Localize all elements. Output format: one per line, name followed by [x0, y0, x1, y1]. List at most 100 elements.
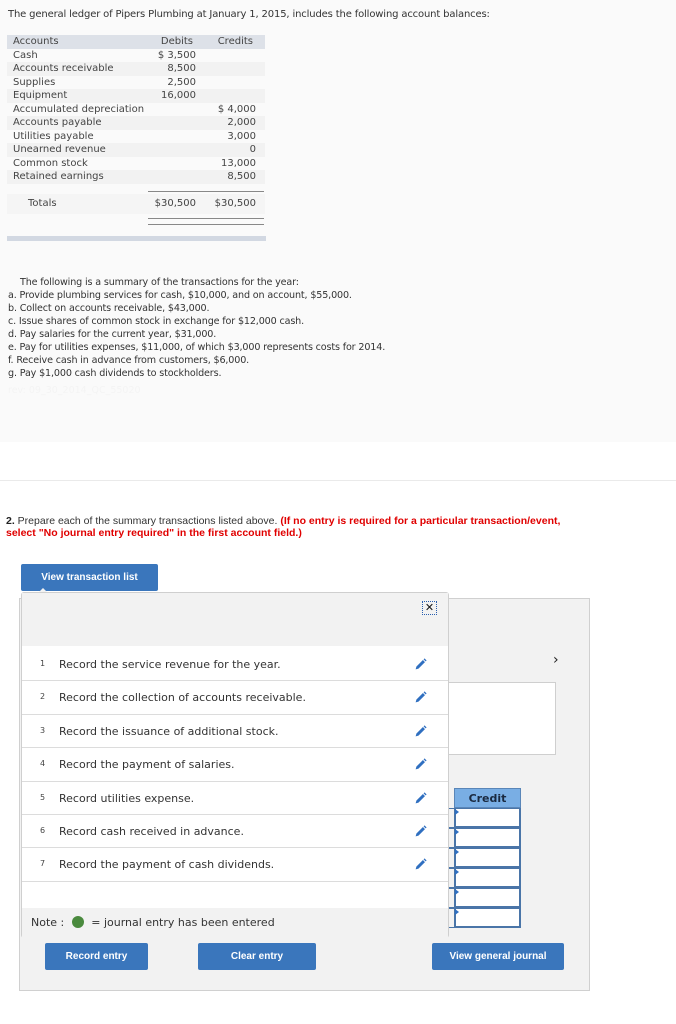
- credit-input[interactable]: [454, 828, 521, 848]
- pencil-edit-icon[interactable]: [414, 791, 427, 805]
- account-name: Unearned revenue: [13, 144, 106, 155]
- account-name: Accounts payable: [13, 117, 102, 128]
- debit-value: 8,500: [167, 63, 196, 74]
- pencil-edit-icon[interactable]: [414, 825, 427, 838]
- section-divider: [0, 480, 676, 481]
- summary-item: f. Receive cash in advance from customer…: [8, 355, 250, 366]
- account-name: Accounts receivable: [13, 63, 114, 74]
- pencil-edit-icon[interactable]: [414, 858, 427, 871]
- transaction-label: Record utilities expense.: [59, 791, 195, 805]
- ledger-table: Accounts Debits Credits Cash $ 3,500 Acco…: [7, 35, 265, 214]
- debit-value: $ 3,500: [157, 49, 196, 61]
- totals-double-rule: [148, 218, 264, 219]
- intro-text: The general ledger of Pipers Plumbing at…: [8, 9, 490, 20]
- credit-value: 3,000: [227, 130, 256, 142]
- account-name: Retained earnings: [13, 171, 104, 182]
- clear-entry-button[interactable]: Clear entry: [198, 943, 316, 970]
- summary-item: a. Provide plumbing services for cash, $…: [8, 290, 352, 301]
- ledger-row: Common stock 13,000: [7, 157, 265, 171]
- pencil-edit-icon[interactable]: [414, 758, 427, 771]
- account-name: Accumulated depreciation: [13, 103, 145, 115]
- transaction-number: 7: [40, 859, 46, 869]
- pencil-edit-icon[interactable]: [414, 725, 427, 738]
- close-icon[interactable]: ✕: [422, 601, 437, 615]
- ledger-row: Cash $ 3,500: [7, 49, 265, 63]
- credit-column: Credit: [454, 788, 521, 928]
- account-name: Supplies: [13, 76, 56, 88]
- view-transaction-list-button[interactable]: View transaction list: [21, 564, 158, 591]
- credit-value: 8,500: [227, 171, 256, 182]
- transaction-label: Record the payment of cash dividends.: [59, 858, 275, 872]
- debit-value: 16,000: [161, 90, 196, 101]
- totals-debit: $30,500: [154, 197, 196, 209]
- ledger-footer-bar: [7, 236, 266, 241]
- question-text: Prepare each of the summary transactions…: [14, 515, 281, 527]
- transaction-item[interactable]: 7 Record the payment of cash dividends.: [22, 848, 448, 882]
- transaction-item[interactable]: 2 Record the collection of accounts rece…: [22, 681, 448, 715]
- account-name: Cash: [13, 49, 38, 61]
- transaction-item[interactable]: 5 Record utilities expense.: [22, 782, 448, 815]
- transaction-item[interactable]: 3 Record the issuance of additional stoc…: [22, 715, 448, 749]
- account-name: Equipment: [13, 90, 68, 101]
- summary-item: g. Pay $1,000 cash dividends to stockhol…: [8, 368, 222, 379]
- header-debits: Debits: [160, 36, 193, 47]
- pencil-edit-icon[interactable]: [414, 658, 427, 671]
- ledger-header-row: Accounts Debits Credits: [7, 35, 265, 49]
- record-entry-button[interactable]: Record entry: [45, 943, 148, 970]
- transaction-item[interactable]: 1 Record the service revenue for the yea…: [22, 648, 448, 682]
- legend-note: Note : = journal entry has been entered: [22, 908, 448, 938]
- transaction-number: 6: [40, 825, 46, 835]
- transaction-number: 1: [40, 659, 46, 668]
- credit-value: 13,000: [221, 157, 256, 169]
- ledger-row: Unearned revenue 0: [7, 143, 265, 157]
- question-prompt: 2. Prepare each of the summary transacti…: [6, 515, 566, 539]
- summary-item: c. Issue shares of common stock in excha…: [8, 316, 305, 327]
- transaction-list-popup: ✕ 1 Record the service revenue for the y…: [21, 592, 449, 938]
- transaction-list: 1 Record the service revenue for the yea…: [22, 648, 448, 882]
- journal-entry-panel: [445, 682, 556, 755]
- note-text: = journal entry has been entered: [91, 916, 275, 929]
- totals-double-rule: [148, 224, 264, 225]
- transaction-number: 3: [40, 725, 46, 735]
- account-name: Common stock: [13, 157, 88, 169]
- popup-header: ✕: [22, 593, 448, 646]
- note-prefix: Note :: [31, 916, 65, 929]
- ledger-row: Utilities payable 3,000: [7, 130, 265, 144]
- transaction-number: 2: [40, 692, 46, 702]
- header-credits: Credits: [217, 36, 253, 47]
- transaction-label: Record the service revenue for the year.: [59, 658, 281, 671]
- credit-value: 2,000: [227, 117, 256, 128]
- ledger-totals-row: Totals $30,500 $30,500: [7, 193, 265, 214]
- ledger-row: Retained earnings 8,500: [7, 170, 265, 184]
- revision-code: rev: 09_30_2014_QC_55020: [8, 385, 141, 396]
- ledger-row: Accounts receivable 8,500: [7, 62, 265, 76]
- totals-label: Totals: [28, 197, 57, 209]
- account-name: Utilities payable: [13, 130, 94, 142]
- ledger-row: Accumulated depreciation $ 4,000: [7, 103, 265, 117]
- credit-input[interactable]: [454, 908, 521, 928]
- ledger-row: Supplies 2,500: [7, 76, 265, 90]
- credit-value: $ 4,000: [217, 103, 256, 115]
- question-number: 2.: [6, 515, 15, 527]
- transaction-summary: The following is a summary of the transa…: [8, 276, 385, 380]
- summary-lead: The following is a summary of the transa…: [20, 277, 299, 288]
- summary-item: d. Pay salaries for the current year, $3…: [8, 329, 217, 340]
- credit-header: Credit: [454, 788, 521, 808]
- transaction-label: Record the payment of salaries.: [59, 758, 235, 772]
- credit-value: 0: [249, 144, 256, 155]
- credit-input[interactable]: [454, 888, 521, 908]
- transaction-item[interactable]: 6 Record cash received in advance.: [22, 815, 448, 849]
- transaction-label: Record the collection of accounts receiv…: [59, 691, 306, 705]
- transaction-item[interactable]: 4 Record the payment of salaries.: [22, 748, 448, 782]
- credit-input[interactable]: [454, 808, 521, 828]
- ledger-row: Equipment 16,000: [7, 89, 265, 103]
- credit-input[interactable]: [454, 848, 521, 868]
- ledger-row: Accounts payable 2,000: [7, 116, 265, 130]
- transaction-number: 4: [40, 759, 46, 769]
- view-general-journal-button[interactable]: View general journal: [432, 943, 564, 970]
- transaction-label: Record cash received in advance.: [59, 824, 244, 838]
- pencil-edit-icon[interactable]: [414, 691, 427, 704]
- credit-input[interactable]: [454, 868, 521, 888]
- next-chevron-icon[interactable]: ›: [553, 652, 559, 668]
- debit-value: 2,500: [167, 76, 196, 88]
